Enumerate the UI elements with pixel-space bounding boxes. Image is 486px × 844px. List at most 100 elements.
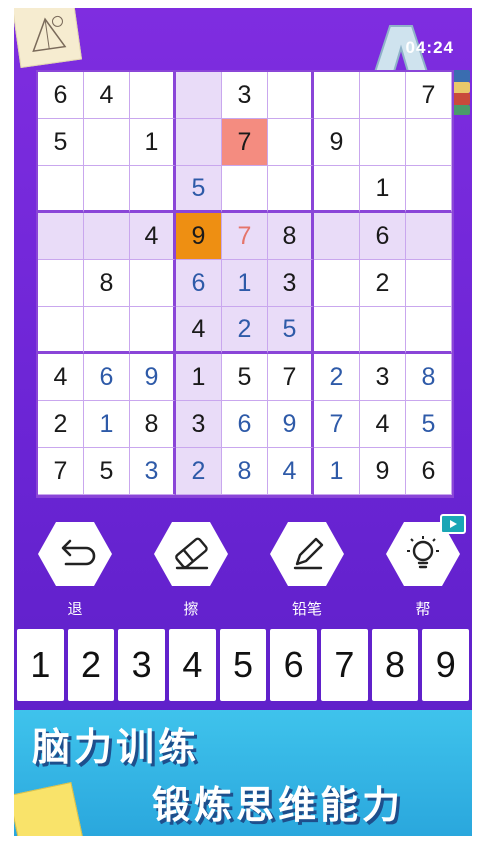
grid-cell-r8c8[interactable]: 4 bbox=[360, 401, 406, 448]
grid-cell-r8c7[interactable]: 7 bbox=[314, 401, 360, 448]
number-key-8[interactable]: 8 bbox=[371, 629, 419, 701]
grid-cell-r8c9[interactable]: 5 bbox=[406, 401, 452, 448]
geometry-note-decoration bbox=[14, 8, 83, 69]
grid-cell-r4c9[interactable] bbox=[406, 213, 452, 260]
grid-cell-r1c6[interactable] bbox=[268, 72, 314, 119]
grid-cell-r4c8[interactable]: 6 bbox=[360, 213, 406, 260]
grid-cell-r2c7[interactable]: 9 bbox=[314, 119, 360, 166]
grid-cell-r1c4[interactable] bbox=[176, 72, 222, 119]
grid-cell-r4c4[interactable]: 9 bbox=[176, 213, 222, 260]
grid-cell-r3c8[interactable]: 1 bbox=[360, 166, 406, 213]
grid-cell-r3c3[interactable] bbox=[130, 166, 176, 213]
grid-cell-r5c3[interactable] bbox=[130, 260, 176, 307]
grid-cell-r6c1[interactable] bbox=[38, 307, 84, 354]
grid-cell-r8c1[interactable]: 2 bbox=[38, 401, 84, 448]
grid-cell-r5c4[interactable]: 6 bbox=[176, 260, 222, 307]
grid-cell-r3c1[interactable] bbox=[38, 166, 84, 213]
grid-cell-r6c9[interactable] bbox=[406, 307, 452, 354]
grid-cell-r7c3[interactable]: 9 bbox=[130, 354, 176, 401]
grid-cell-r4c7[interactable] bbox=[314, 213, 360, 260]
grid-cell-r2c5[interactable]: 7 bbox=[222, 119, 268, 166]
grid-cell-r1c7[interactable] bbox=[314, 72, 360, 119]
grid-cell-r7c2[interactable]: 6 bbox=[84, 354, 130, 401]
number-key-7[interactable]: 7 bbox=[321, 629, 368, 701]
undo-button[interactable]: 退 bbox=[32, 520, 118, 619]
grid-cell-r3c2[interactable] bbox=[84, 166, 130, 213]
grid-cell-r7c8[interactable]: 3 bbox=[360, 354, 406, 401]
grid-cell-r5c5[interactable]: 1 bbox=[222, 260, 268, 307]
grid-cell-r5c6[interactable]: 3 bbox=[268, 260, 314, 307]
slogan-line-2: 锻炼思维能力 bbox=[152, 783, 405, 827]
number-key-6[interactable]: 6 bbox=[270, 629, 318, 701]
grid-cell-r6c4[interactable]: 4 bbox=[176, 307, 222, 354]
grid-cell-r3c9[interactable] bbox=[406, 166, 452, 213]
grid-cell-r1c2[interactable]: 4 bbox=[84, 72, 130, 119]
grid-cell-r4c1[interactable] bbox=[38, 213, 84, 260]
grid-cell-r7c5[interactable]: 5 bbox=[222, 354, 268, 401]
grid-cell-r9c1[interactable]: 7 bbox=[38, 448, 84, 495]
grid-cell-r3c6[interactable] bbox=[268, 166, 314, 213]
game-screen: 04:24 6437517951497868613242546915723821… bbox=[14, 8, 472, 836]
grid-cell-r4c6[interactable]: 8 bbox=[268, 213, 314, 260]
grid-cell-r5c7[interactable] bbox=[314, 260, 360, 307]
grid-cell-r1c8[interactable] bbox=[360, 72, 406, 119]
grid-cell-r5c2[interactable]: 8 bbox=[84, 260, 130, 307]
grid-cell-r5c8[interactable]: 2 bbox=[360, 260, 406, 307]
grid-cell-r8c4[interactable]: 3 bbox=[176, 401, 222, 448]
grid-cell-r6c8[interactable] bbox=[360, 307, 406, 354]
grid-cell-r1c3[interactable] bbox=[130, 72, 176, 119]
grid-cell-r9c8[interactable]: 9 bbox=[360, 448, 406, 495]
grid-cell-r2c2[interactable] bbox=[84, 119, 130, 166]
grid-cell-r7c7[interactable]: 2 bbox=[314, 354, 360, 401]
grid-cell-r7c9[interactable]: 8 bbox=[406, 354, 452, 401]
grid-cell-r7c4[interactable]: 1 bbox=[176, 354, 222, 401]
grid-cell-r8c5[interactable]: 6 bbox=[222, 401, 268, 448]
number-key-4[interactable]: 4 bbox=[169, 629, 216, 701]
grid-cell-r8c2[interactable]: 1 bbox=[84, 401, 130, 448]
grid-cell-r3c7[interactable] bbox=[314, 166, 360, 213]
grid-cell-r9c4[interactable]: 2 bbox=[176, 448, 222, 495]
number-key-9[interactable]: 9 bbox=[422, 629, 470, 701]
number-key-2[interactable]: 2 bbox=[67, 629, 115, 701]
grid-cell-r2c6[interactable] bbox=[268, 119, 314, 166]
grid-cell-r1c9[interactable]: 7 bbox=[406, 72, 452, 119]
grid-cell-r9c7[interactable]: 1 bbox=[314, 448, 360, 495]
grid-cell-r9c5[interactable]: 8 bbox=[222, 448, 268, 495]
grid-cell-r6c7[interactable] bbox=[314, 307, 360, 354]
grid-cell-r1c5[interactable]: 3 bbox=[222, 72, 268, 119]
grid-cell-r9c3[interactable]: 3 bbox=[130, 448, 176, 495]
grid-cell-r6c2[interactable] bbox=[84, 307, 130, 354]
grid-cell-r2c8[interactable] bbox=[360, 119, 406, 166]
grid-cell-r6c3[interactable] bbox=[130, 307, 176, 354]
number-key-1[interactable]: 1 bbox=[17, 629, 64, 701]
number-key-3[interactable]: 3 bbox=[118, 629, 166, 701]
erase-label: 擦 bbox=[183, 600, 199, 618]
grid-cell-r2c9[interactable] bbox=[406, 119, 452, 166]
grid-cell-r3c4[interactable]: 5 bbox=[176, 166, 222, 213]
grid-cell-r7c6[interactable]: 7 bbox=[268, 354, 314, 401]
grid-cell-r3c5[interactable] bbox=[222, 166, 268, 213]
grid-cell-r4c2[interactable] bbox=[84, 213, 130, 260]
grid-cell-r4c5[interactable]: 7 bbox=[222, 213, 268, 260]
number-key-5[interactable]: 5 bbox=[219, 629, 267, 701]
grid-cell-r6c5[interactable]: 2 bbox=[222, 307, 268, 354]
pencil-button[interactable]: 铅笔 bbox=[264, 520, 350, 619]
grid-cell-r2c1[interactable]: 5 bbox=[38, 119, 84, 166]
sudoku-grid: 6437517951497868613242546915723821836974… bbox=[36, 70, 454, 498]
grid-cell-r9c6[interactable]: 4 bbox=[268, 448, 314, 495]
number-pad: 123456789 bbox=[14, 629, 472, 701]
grid-cell-r8c3[interactable]: 8 bbox=[130, 401, 176, 448]
grid-cell-r4c3[interactable]: 4 bbox=[130, 213, 176, 260]
grid-cell-r2c3[interactable]: 1 bbox=[130, 119, 176, 166]
grid-cell-r9c9[interactable]: 6 bbox=[406, 448, 452, 495]
erase-button[interactable]: 擦 bbox=[148, 520, 234, 619]
grid-cell-r5c9[interactable] bbox=[406, 260, 452, 307]
grid-cell-r1c1[interactable]: 6 bbox=[38, 72, 84, 119]
grid-cell-r5c1[interactable] bbox=[38, 260, 84, 307]
grid-cell-r8c6[interactable]: 9 bbox=[268, 401, 314, 448]
grid-cell-r2c4[interactable] bbox=[176, 119, 222, 166]
hint-button[interactable]: 帮 bbox=[380, 514, 466, 619]
grid-cell-r7c1[interactable]: 4 bbox=[38, 354, 84, 401]
grid-cell-r9c2[interactable]: 5 bbox=[84, 448, 130, 495]
grid-cell-r6c6[interactable]: 5 bbox=[268, 307, 314, 354]
